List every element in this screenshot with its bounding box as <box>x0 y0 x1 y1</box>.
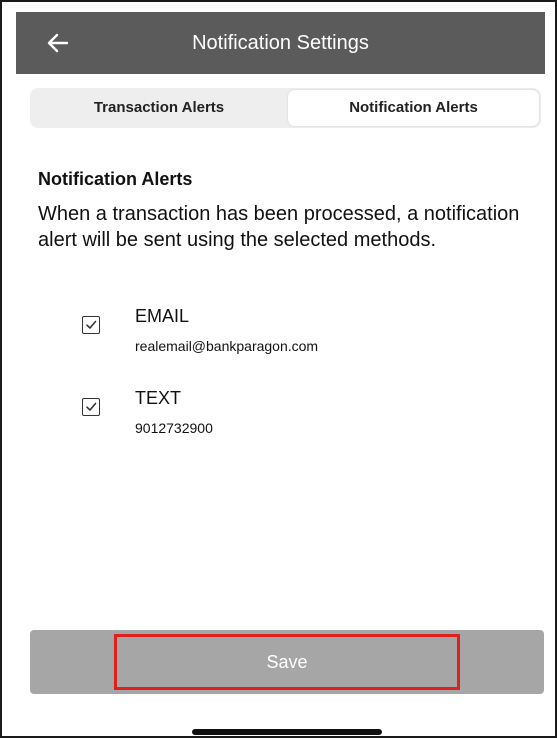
segmented-tabs: Transaction Alerts Notification Alerts <box>30 88 541 128</box>
checkmark-icon <box>86 402 97 411</box>
text-option: TEXT 9012732900 <box>78 388 498 444</box>
section-title: Notification Alerts <box>38 169 193 189</box>
home-indicator <box>192 729 382 735</box>
email-checkbox[interactable] <box>82 316 100 334</box>
top-app-bar: Notification Settings <box>16 12 545 74</box>
tab-transaction-alerts[interactable]: Transaction Alerts <box>32 90 286 126</box>
email-option: EMAIL realemail@bankparagon.com <box>78 306 498 362</box>
email-address: realemail@bankparagon.com <box>135 338 319 354</box>
save-button[interactable]: Save <box>114 634 460 690</box>
email-label: EMAIL <box>135 306 190 326</box>
section-description: When a transaction has been processed, a… <box>38 203 520 251</box>
checkmark-icon <box>86 320 97 329</box>
app-screen: Notification Settings Transaction Alerts… <box>0 0 557 738</box>
tab-notification-alerts[interactable]: Notification Alerts <box>288 90 539 126</box>
save-bar: Save <box>30 630 544 694</box>
text-label: TEXT <box>135 388 182 408</box>
page-title: Notification Settings <box>192 32 369 54</box>
text-checkbox[interactable] <box>82 398 100 416</box>
phone-number: 9012732900 <box>135 420 213 436</box>
